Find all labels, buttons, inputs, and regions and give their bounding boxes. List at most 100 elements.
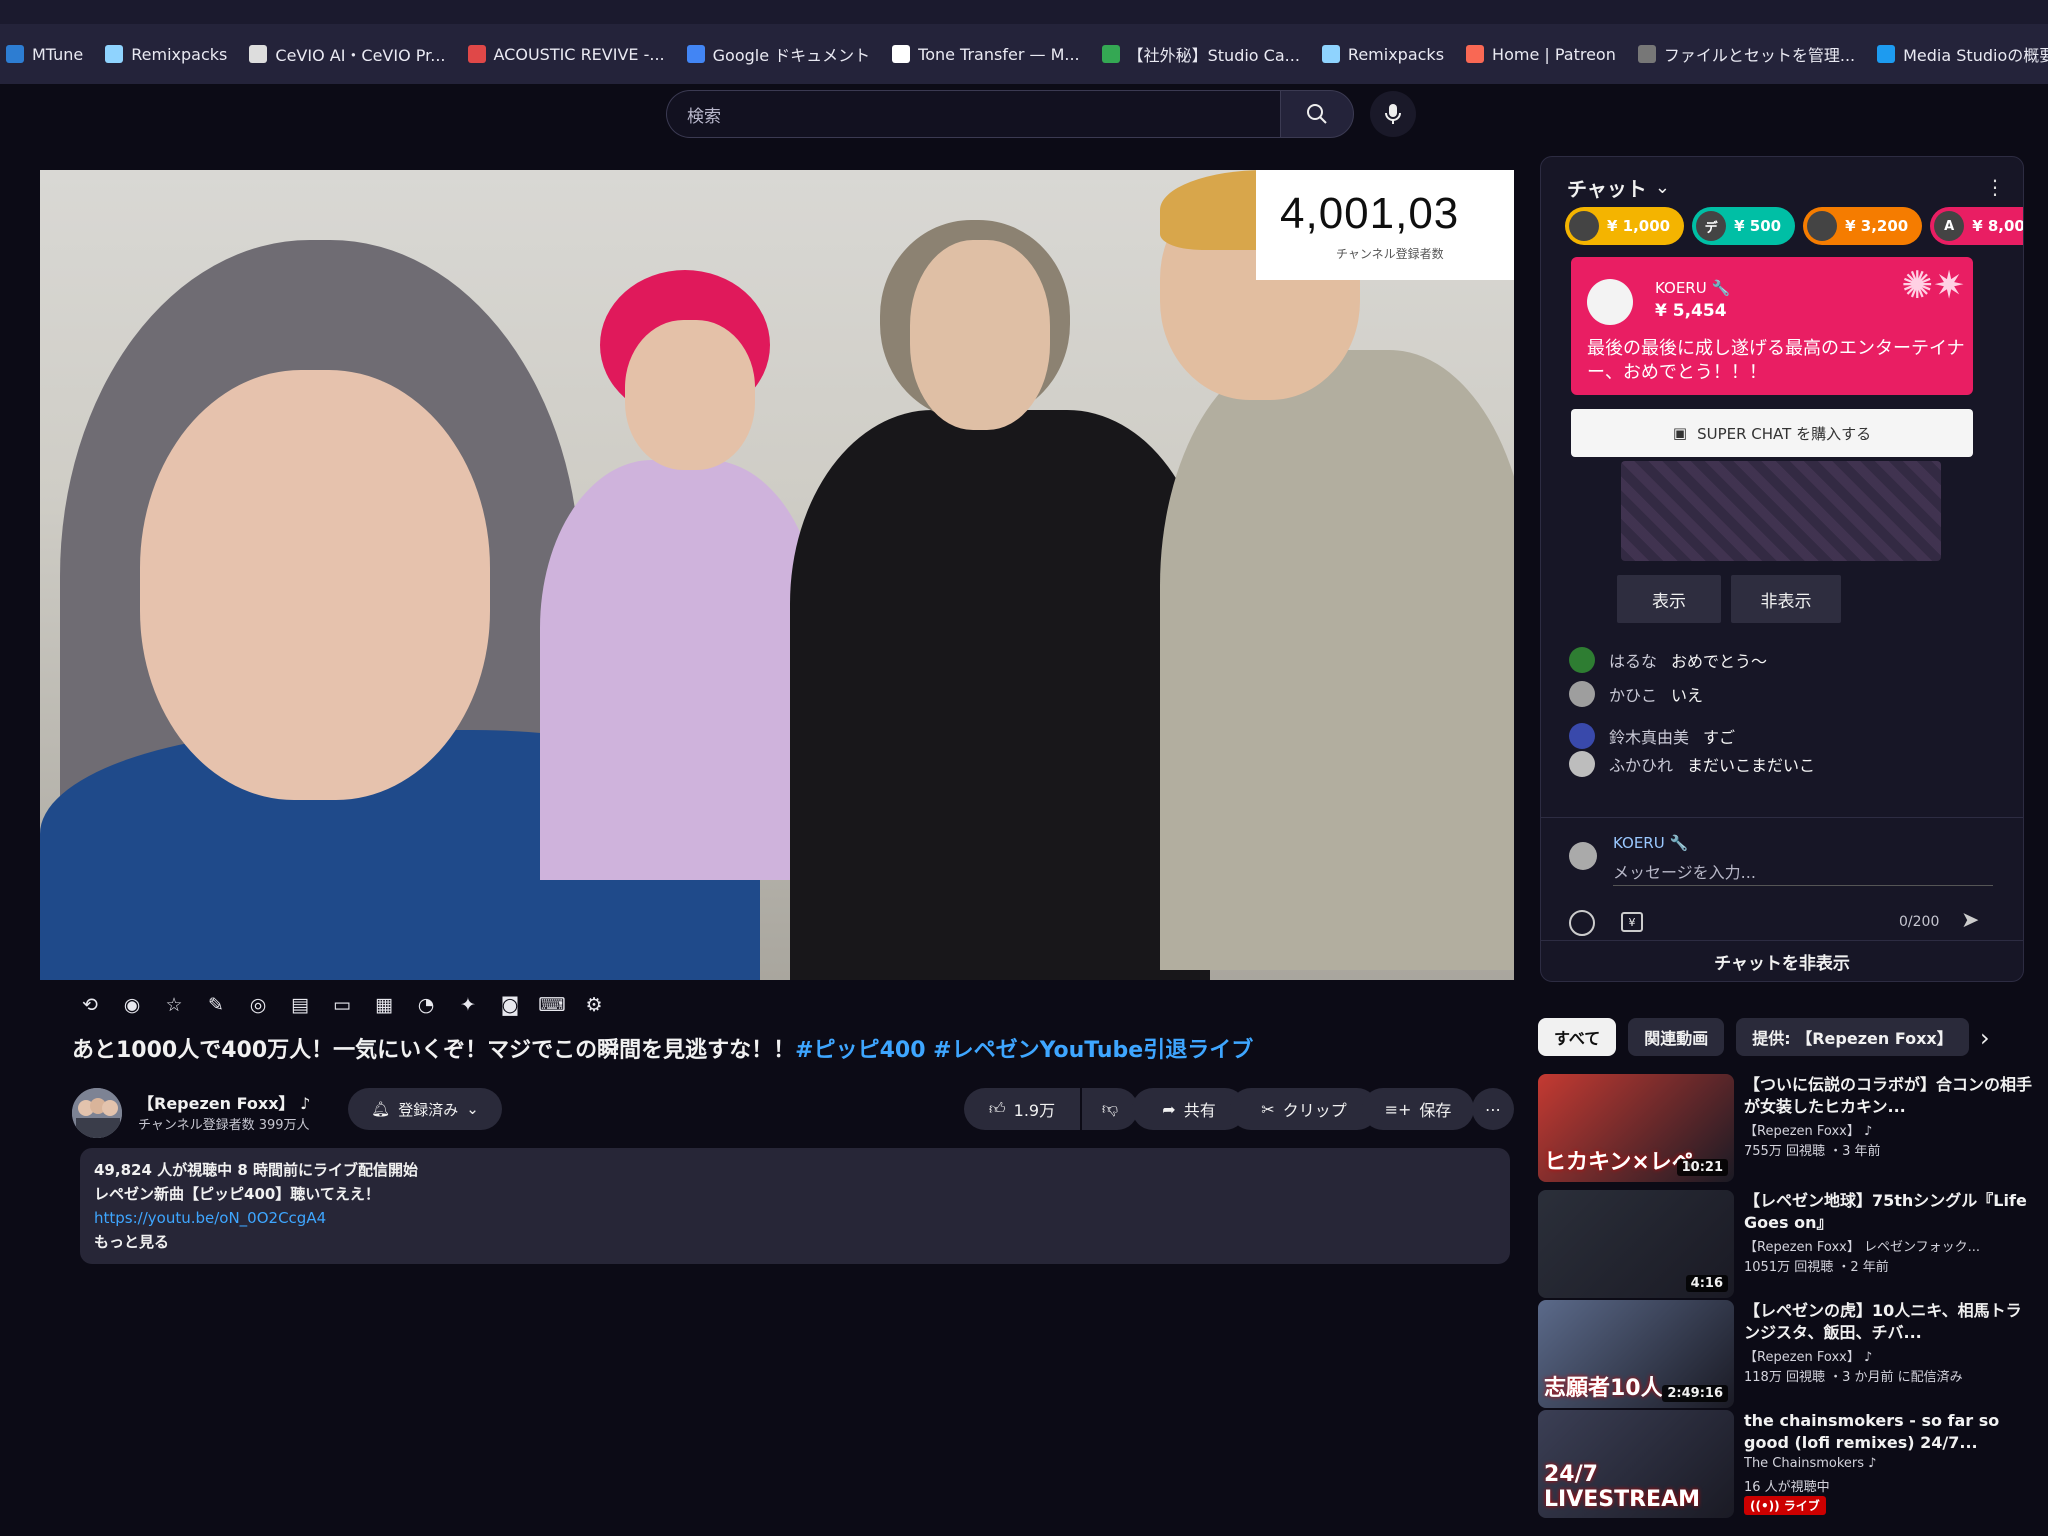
star-icon[interactable]: ☆ — [162, 994, 186, 1016]
video-duration: 2:49:16 — [1662, 1385, 1728, 1402]
like-button[interactable]: 👍︎ 1.9万 — [964, 1088, 1080, 1130]
description-link[interactable]: https://youtu.be/oN_0O2CcgA4 — [94, 1206, 1496, 1230]
show-button[interactable]: 表示 — [1617, 575, 1721, 623]
window-icon[interactable]: ▭ — [330, 994, 354, 1016]
dislike-button[interactable]: 👎︎ — [1082, 1088, 1138, 1130]
chat-avatar[interactable] — [1569, 751, 1595, 777]
sparkle-icon[interactable]: ✦ — [456, 994, 480, 1016]
video-title-hashtags[interactable]: #ピッピ400 #レペゼンYouTube引退ライブ — [795, 1038, 1253, 1063]
related-video-item[interactable]: ヒカキン×レペ 10:21 【ついに伝説のコラボが】合コンの相手が女装したヒカキン.… — [1538, 1074, 2038, 1182]
related-video-item[interactable]: 志願者10人 2:49:16 【レペゼンの虎】10人ニキ、相馬トランジスタ、飯田、チ… — [1538, 1300, 2038, 1408]
chat-message: 鈴木真由美 すご — [1569, 723, 1735, 749]
bookmark-item[interactable]: CeVIO AI・CeVIO Pr... — [249, 42, 446, 66]
bookmark-item[interactable]: Remixpacks — [1321, 45, 1444, 64]
chat-author[interactable]: はるな — [1609, 648, 1657, 672]
bookmark-item[interactable]: 【社外秘】Studio Ca... — [1101, 42, 1300, 66]
bookmark-label: Google ドキュメント — [712, 46, 871, 65]
related-video-item[interactable]: 4:16 【レペゼン地球】75thシングル『Life Goes on』【Repez… — [1538, 1190, 2038, 1298]
related-video-channel[interactable]: 【Repezen Foxx】 ♪ — [1744, 1120, 2034, 1139]
video-thumbnail[interactable]: ヒカキン×レペ 10:21 — [1538, 1074, 1734, 1182]
clip-button[interactable]: ✂ クリップ — [1230, 1088, 1378, 1130]
video-frame-person — [790, 410, 1210, 980]
chat-author[interactable]: 鈴木真由美 — [1609, 724, 1689, 748]
video-thumbnail[interactable]: 24/7 LIVESTREAM — [1538, 1410, 1734, 1518]
live-broadcast-icon[interactable]: ◉ — [120, 994, 144, 1016]
send-icon[interactable]: ➤ — [1961, 908, 1979, 933]
scissors-icon: ✂ — [1261, 1099, 1275, 1119]
show-more-link[interactable]: もっと見る — [94, 1230, 1496, 1254]
video-frame-person — [910, 240, 1050, 430]
bookmark-item[interactable]: ACOUSTIC REVIVE -... — [467, 45, 665, 64]
chat-menu-icon[interactable]: ⋮ — [1985, 175, 2005, 199]
speedometer-icon[interactable]: ◔ — [414, 994, 438, 1016]
bookmark-favicon-icon — [686, 45, 705, 63]
related-video-channel[interactable]: The Chainsmokers ♪ — [1744, 1456, 2034, 1471]
hide-chat-button[interactable]: チャットを非表示 — [1540, 940, 2024, 982]
edit-icon[interactable]: ✎ — [204, 994, 228, 1016]
search-button[interactable] — [1280, 90, 1354, 138]
video-description[interactable]: 49,824 人が視聴中 8 時間前にライブ配信開始 レペゼン新曲【ピッピ400… — [80, 1148, 1510, 1264]
chat-avatar[interactable] — [1569, 723, 1595, 749]
share-label: 共有 — [1183, 1101, 1216, 1120]
buy-superchat-button[interactable]: ▣ SUPER CHAT を購入する — [1571, 409, 1973, 457]
bookmark-item[interactable]: MTune — [6, 45, 83, 64]
chevron-down-icon[interactable]: ⌄ — [1655, 177, 1670, 198]
related-video-title[interactable]: the chainsmokers - so far so good (lofi … — [1744, 1410, 2034, 1454]
bookmark-item[interactable]: Google ドキュメント — [686, 42, 871, 66]
superchat-ticker-item[interactable]: デ ¥ 500 — [1692, 207, 1796, 245]
channel-name[interactable]: 【Repezen Foxx】 ♪ — [138, 1090, 310, 1114]
playlist-add-icon: ≡+ — [1384, 1099, 1412, 1119]
buy-superchat-label: SUPER CHAT を購入する — [1697, 424, 1872, 443]
hide-button[interactable]: 非表示 — [1731, 575, 1841, 623]
keyboard-icon[interactable]: ⌨ — [538, 994, 565, 1016]
search-input[interactable]: 検索 — [666, 90, 1280, 138]
filter-chip[interactable]: 関連動画 — [1628, 1018, 1725, 1056]
bookmark-item[interactable]: Remixpacks — [105, 45, 227, 64]
superchat-money-icon[interactable]: ¥ — [1621, 912, 1643, 932]
filter-chip[interactable]: すべて — [1538, 1018, 1617, 1056]
video-thumbnail[interactable]: 4:16 — [1538, 1190, 1734, 1298]
filter-chip[interactable]: 提供: 【Repezen Foxx】 — [1736, 1018, 1969, 1056]
bookmark-item[interactable]: ファイルとセットを管理... — [1637, 42, 1855, 66]
bookmark-item[interactable]: Media Studioの概要 — [1877, 42, 2048, 66]
related-video-title[interactable]: 【ついに伝説のコラボが】合コンの相手が女装したヒカキン... — [1744, 1074, 2034, 1118]
share-button[interactable]: ➦ 共有 — [1132, 1088, 1246, 1130]
chat-author[interactable]: ふかひれ — [1609, 752, 1673, 776]
superchat-ticker-item[interactable]: A ¥ 8,000 — [1930, 207, 2023, 245]
repeat-icon[interactable]: ⟲ — [78, 994, 102, 1016]
related-video-channel[interactable]: 【Repezen Foxx】 ♪ — [1744, 1346, 2034, 1365]
channel-avatar[interactable] — [72, 1088, 122, 1138]
related-video-title[interactable]: 【レペゼン地球】75thシングル『Life Goes on』 — [1744, 1190, 2034, 1234]
voice-search-button[interactable] — [1370, 91, 1416, 137]
bookmark-label: Media Studioの概要 — [1903, 46, 2048, 65]
chat-title[interactable]: チャット — [1567, 173, 1647, 202]
chat-avatar[interactable] — [1569, 681, 1595, 707]
eye-icon[interactable]: ◎ — [246, 994, 270, 1016]
video-thumbnail[interactable]: 志願者10人 2:49:16 — [1538, 1300, 1734, 1408]
save-button[interactable]: ≡+ 保存 — [1362, 1088, 1474, 1130]
chat-avatar[interactable] — [1569, 647, 1595, 673]
bookmark-favicon-icon — [249, 45, 268, 63]
clip-label: クリップ — [1282, 1101, 1347, 1120]
emoji-icon[interactable] — [1569, 910, 1595, 936]
chat-author[interactable]: かひこ — [1609, 682, 1657, 706]
subscribed-button[interactable]: 🔔︎ 登録済み ⌄ — [348, 1088, 502, 1130]
related-video-item[interactable]: 24/7 LIVESTREAM the chainsmokers - so far… — [1538, 1410, 2038, 1518]
subtitles-icon[interactable]: ▦ — [372, 994, 396, 1016]
clapperboard-icon[interactable]: ▤ — [288, 994, 312, 1016]
chat-message-input[interactable]: メッセージを入力... — [1613, 856, 1993, 886]
related-video-title[interactable]: 【レペゼンの虎】10人ニキ、相馬トランジスタ、飯田、チバ... — [1744, 1300, 2034, 1344]
chat-message: ふかひれ まだいこまだいこ — [1569, 751, 1815, 777]
gear-icon[interactable]: ⚙ — [582, 994, 606, 1016]
superchat-ticker-item[interactable]: ¥ 3,200 — [1803, 207, 1923, 245]
video-frame-person — [540, 460, 820, 880]
bookmark-item[interactable]: Home | Patreon — [1466, 45, 1616, 64]
chevron-right-icon[interactable]: › — [1980, 1024, 1990, 1052]
superchat-ticker-item[interactable]: ¥ 1,000 — [1565, 207, 1685, 245]
related-video-channel[interactable]: 【Repezen Foxx】 レペゼンフォック... — [1744, 1236, 2034, 1255]
more-actions-button[interactable]: ⋯ — [1472, 1088, 1514, 1130]
bookmark-item[interactable]: Tone Transfer — M... — [892, 45, 1080, 64]
camera-icon[interactable]: ◙ — [498, 994, 522, 1016]
video-player[interactable]: 4,001,03 チャンネル登録者数 — [40, 170, 1514, 980]
subscriber-counter: 4,001,03 — [1280, 188, 1460, 238]
